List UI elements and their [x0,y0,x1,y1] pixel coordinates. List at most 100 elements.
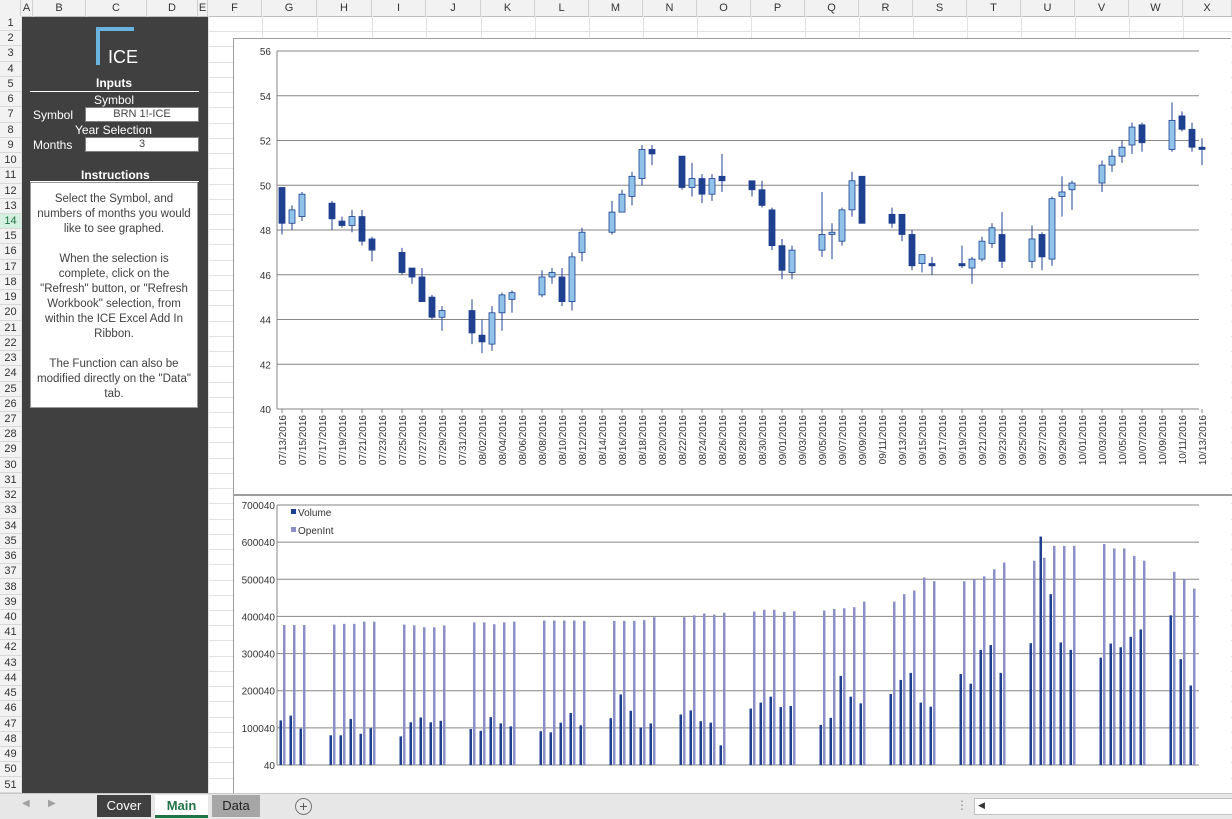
x-tick-label: 08/28/2016 [738,415,749,465]
row-header-10[interactable]: 10 [0,153,21,168]
column-header-r[interactable]: R [859,0,913,16]
column-header-q[interactable]: Q [805,0,859,16]
row-header-43[interactable]: 43 [0,656,21,671]
row-header-21[interactable]: 21 [0,321,21,336]
column-header-f[interactable]: F [208,0,262,16]
column-header-x[interactable]: X [1183,0,1232,16]
x-tick-label: 09/13/2016 [898,415,909,465]
column-header-h[interactable]: H [317,0,372,16]
column-header-c[interactable]: C [86,0,147,16]
column-header-b[interactable]: B [33,0,86,16]
row-header-5[interactable]: 5 [0,77,21,92]
row-header-47[interactable]: 47 [0,717,21,732]
column-header-n[interactable]: N [643,0,697,16]
row-header-17[interactable]: 17 [0,260,21,275]
row-header-30[interactable]: 30 [0,458,21,473]
scroll-tabs-left-icon[interactable]: ◀ [22,798,30,809]
openint-bar [1103,544,1106,765]
tab-cover[interactable]: Cover [97,795,151,817]
row-header-12[interactable]: 12 [0,184,21,199]
row-header-33[interactable]: 33 [0,503,21,518]
column-header-s[interactable]: S [913,0,967,16]
row-header-44[interactable]: 44 [0,671,21,686]
candle-body [929,264,935,266]
column-header-l[interactable]: L [535,0,589,16]
y-tick-label: 40 [264,761,276,772]
column-header-p[interactable]: P [751,0,805,16]
row-header-16[interactable]: 16 [0,244,21,259]
x-tick-label: 08/24/2016 [698,415,709,465]
row-header-19[interactable]: 19 [0,290,21,305]
row-header-23[interactable]: 23 [0,351,21,366]
symbol-input[interactable]: BRN 1!-ICE [85,107,199,122]
horizontal-scrollbar[interactable]: ◀ [974,798,1232,815]
column-header-v[interactable]: V [1075,0,1129,16]
row-header-35[interactable]: 35 [0,534,21,549]
row-header-6[interactable]: 6 [0,92,21,107]
column-header-g[interactable]: G [262,0,317,16]
row-header-45[interactable]: 45 [0,686,21,701]
column-header-e[interactable]: E [198,0,208,16]
row-header-48[interactable]: 48 [0,732,21,747]
row-header-14[interactable]: 14 [0,214,21,229]
row-header-37[interactable]: 37 [0,564,21,579]
openint-bar [1123,548,1126,765]
column-header-m[interactable]: M [589,0,643,16]
months-input[interactable]: 3 [85,137,199,152]
column-header-d[interactable]: D [147,0,198,16]
row-header-7[interactable]: 7 [0,107,21,122]
row-header-1[interactable]: 1 [0,16,21,31]
scroll-left-icon[interactable]: ◀ [978,800,985,811]
column-header-j[interactable]: J [426,0,481,16]
column-header-a[interactable]: A [21,0,33,16]
row-header-39[interactable]: 39 [0,595,21,610]
column-header-k[interactable]: K [481,0,535,16]
row-header-50[interactable]: 50 [0,762,21,777]
row-header-18[interactable]: 18 [0,275,21,290]
chart-frame[interactable]: 40424446485052545607/13/201607/15/201607… [233,38,1231,798]
row-header-2[interactable]: 2 [0,31,21,46]
row-header-24[interactable]: 24 [0,366,21,381]
column-header-o[interactable]: O [697,0,751,16]
row-header-8[interactable]: 8 [0,123,21,138]
row-header-11[interactable]: 11 [0,168,21,183]
row-header-15[interactable]: 15 [0,229,21,244]
tab-data[interactable]: Data [212,795,260,817]
column-header-i[interactable]: I [372,0,426,16]
column-header-u[interactable]: U [1021,0,1075,16]
row-header-32[interactable]: 32 [0,488,21,503]
row-header-20[interactable]: 20 [0,305,21,320]
volume-bar [960,674,963,765]
row-header-22[interactable]: 22 [0,336,21,351]
column-header-t[interactable]: T [967,0,1021,16]
row-header-49[interactable]: 49 [0,747,21,762]
row-header-25[interactable]: 25 [0,382,21,397]
legend-label-volume: Volume [298,508,332,519]
row-header-29[interactable]: 29 [0,442,21,457]
row-header-34[interactable]: 34 [0,519,21,534]
row-header-51[interactable]: 51 [0,778,21,793]
column-header-w[interactable]: W [1129,0,1183,16]
row-header-38[interactable]: 38 [0,580,21,595]
tab-main[interactable]: Main [155,795,208,818]
scroll-tabs-right-icon[interactable]: ▶ [48,798,56,809]
row-header-9[interactable]: 9 [0,138,21,153]
row-header-46[interactable]: 46 [0,701,21,716]
candle-body [699,179,705,195]
row-header-13[interactable]: 13 [0,199,21,214]
x-tick-label: 09/21/2016 [978,415,989,465]
row-header-42[interactable]: 42 [0,640,21,655]
row-header-4[interactable]: 4 [0,62,21,77]
row-header-27[interactable]: 27 [0,412,21,427]
row-header-3[interactable]: 3 [0,46,21,61]
row-header-36[interactable]: 36 [0,549,21,564]
row-header-26[interactable]: 26 [0,397,21,412]
add-sheet-button[interactable]: + [295,798,312,815]
volume-bar [430,722,433,765]
row-header-40[interactable]: 40 [0,610,21,625]
row-header-41[interactable]: 41 [0,625,21,640]
select-all-corner[interactable] [0,0,21,16]
splitter-handle-icon[interactable]: ⋮ [956,798,968,812]
row-header-31[interactable]: 31 [0,473,21,488]
row-header-28[interactable]: 28 [0,427,21,442]
